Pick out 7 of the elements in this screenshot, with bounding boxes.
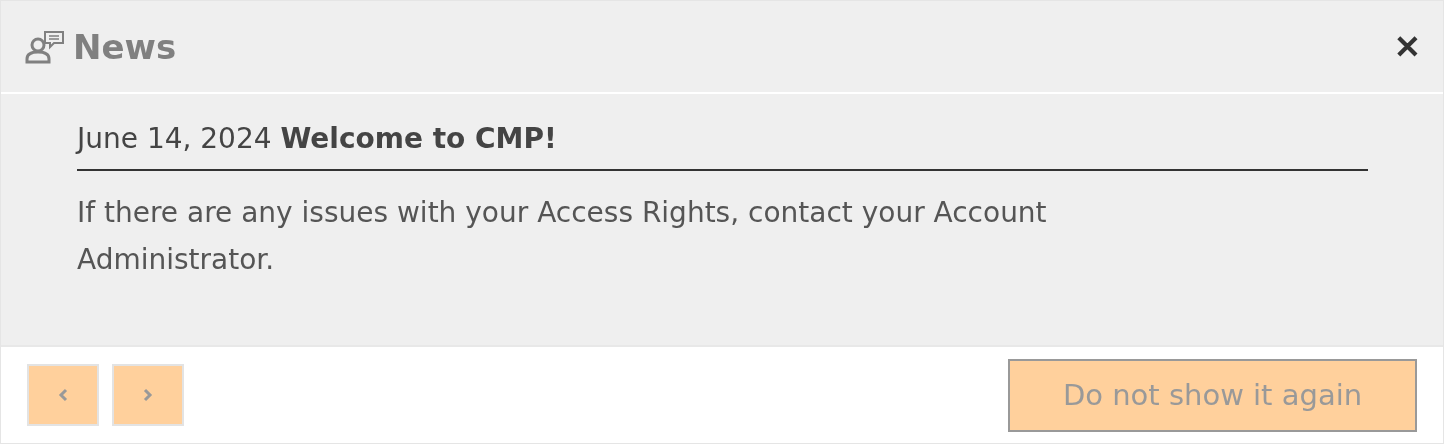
chevron-left-icon: [57, 388, 69, 402]
dialog-title: News: [73, 26, 177, 67]
chevron-right-icon: [142, 388, 154, 402]
news-headline: June 14, 2024 Welcome to CMP!: [77, 122, 1368, 171]
news-body: If there are any issues with your Access Rights, contact your Account Administrator.: [77, 195, 1048, 278]
person-chat-icon: [25, 28, 65, 65]
close-button[interactable]: ✕: [1394, 27, 1421, 66]
